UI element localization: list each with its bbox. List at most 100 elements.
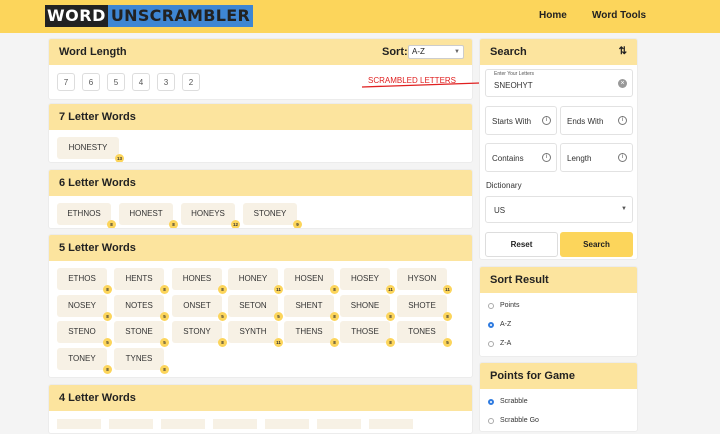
word-text: HYSON [407,274,437,283]
word-text: SHENT [295,300,323,310]
word-tile[interactable]: STENO 5 [57,321,112,347]
letters-value: SNEOHYT [494,81,533,90]
word-tile[interactable]: HONEYS 12 [181,203,240,228]
starts-with-field[interactable]: Starts With i [485,106,557,135]
word-tile[interactable]: ONSET 5 [172,294,227,321]
points-badge: 5 [218,311,227,321]
length-button[interactable]: 4 [132,73,150,91]
word-length-header: Word Length Sort: A-Z ▼ [49,39,472,65]
points-badge: 8 [330,338,339,347]
length-button[interactable]: 2 [182,73,200,91]
radio-label[interactable]: Z-A [500,340,511,347]
search-panel: Search ⇅ Enter Your Letters SNEOHYT × St… [479,38,638,260]
points-badge: 5 [160,338,169,347]
points-badge: 8 [330,285,339,294]
word-tile[interactable]: ETHNOS 8 [57,203,116,228]
word-tile[interactable]: HONEST 8 [119,203,178,228]
length-button[interactable]: 3 [157,73,175,91]
letters-input[interactable]: Enter Your Letters SNEOHYT × [485,69,633,97]
length-button[interactable]: 7 [57,73,75,91]
word-tile[interactable]: STONEY 9 [243,203,302,228]
word-tile[interactable]: SHONE 8 [340,294,395,321]
word-tile[interactable]: NOSEY 8 [57,294,112,321]
sort-select-value: A-Z [412,47,425,56]
info-icon[interactable]: i [618,153,627,162]
word-tile[interactable]: HOSEN 8 [284,268,339,294]
word-tile[interactable]: TYNES 8 [114,347,169,374]
chevron-down-icon: ▼ [621,206,627,212]
clear-icon[interactable]: × [618,79,627,88]
word-tile[interactable]: SYNTH 11 [228,321,283,347]
word-tile[interactable]: HONESTY 13 [57,137,124,162]
word-text: THENS [295,327,323,336]
word-tile[interactable]: STONE 5 [114,321,169,347]
radio-label[interactable]: Points [500,302,519,309]
search-header: Search ⇅ [480,39,637,65]
word-text: STENO [68,327,96,336]
ends-with-field[interactable]: Ends With i [560,106,633,135]
points-badge: 13 [115,154,124,162]
section-title: 5 Letter Words [49,235,472,261]
radio-button[interactable] [488,303,494,309]
word-text: HENTS [125,274,153,283]
reset-button[interactable]: Reset [485,232,558,257]
word-text: SYNTH [239,327,267,336]
word-tile[interactable]: TONEY 8 [57,347,112,374]
word-tile[interactable]: THOSE 8 [340,321,395,347]
logo-word: WORD [45,5,108,27]
word-tile[interactable]: HENTS 8 [114,268,169,294]
word-tile[interactable]: HOSEY 11 [340,268,395,294]
radio-button[interactable] [488,341,494,347]
word-tile[interactable]: HONES 8 [172,268,227,294]
points-badge: 11 [386,285,395,294]
points-badge: 8 [103,364,112,374]
contains-field[interactable]: Contains i [485,143,557,172]
word-tile[interactable]: SHENT 8 [284,294,339,321]
info-icon[interactable]: i [542,116,551,125]
search-button[interactable]: Search [560,232,633,257]
sort-order-icon[interactable]: ⇅ [619,39,627,65]
section-5-letter: 5 Letter Words ETHOS 8 HENTS 8 HONES 8 HONEY 11… [48,234,473,378]
word-tile[interactable]: SHOTE 8 [397,294,452,321]
search-title: Search [490,46,527,58]
word-text: STONY [183,327,211,336]
length-button[interactable]: 5 [107,73,125,91]
top-bar: WORD UNSCRAMBLER Home Word Tools [0,0,720,33]
word-tile[interactable]: TONES 5 [397,321,452,347]
word-tile[interactable]: SETON 5 [228,294,283,321]
sort-select[interactable]: A-Z ▼ [408,45,464,59]
word-tile[interactable]: STONY 8 [172,321,227,347]
section-4-letter: 4 Letter Words [48,384,473,434]
word-tile[interactable]: THENS 8 [284,321,339,347]
word-text: SHONE [350,300,380,310]
radio-button[interactable] [488,418,494,424]
length-field[interactable]: Length i [560,143,633,172]
word-tile[interactable]: HONEY 11 [228,268,283,294]
info-icon[interactable]: i [618,116,627,125]
points-badge: 5 [443,338,452,347]
logo[interactable]: WORD UNSCRAMBLER [45,5,254,27]
points-badge: 11 [274,338,283,347]
radio-label[interactable]: Scrabble Go [500,417,539,424]
points-badge: 8 [330,311,339,321]
radio-label[interactable]: Scrabble [500,398,528,405]
radio-label[interactable]: A-Z [500,321,511,328]
word-text: HONEST [129,209,163,218]
dictionary-value: US [494,206,506,215]
word-text: SETON [239,300,267,310]
points-badge: 11 [274,285,283,294]
points-badge: 8 [160,285,169,294]
word-tile[interactable]: ETHOS 8 [57,268,112,294]
radio-button[interactable] [488,399,494,405]
radio-button[interactable] [488,322,494,328]
word-tile[interactable]: HYSON 11 [397,268,452,294]
word-text: ETHNOS [67,209,101,218]
dictionary-select[interactable]: US ▼ [485,196,633,223]
word-tile[interactable]: NOTES 5 [114,294,169,321]
nav-word-tools[interactable]: Word Tools [592,10,646,21]
length-button[interactable]: 6 [82,73,100,91]
nav-home[interactable]: Home [539,10,567,21]
info-icon[interactable]: i [542,153,551,162]
points-badge: 8 [107,220,116,228]
section-title: 4 Letter Words [49,385,472,411]
